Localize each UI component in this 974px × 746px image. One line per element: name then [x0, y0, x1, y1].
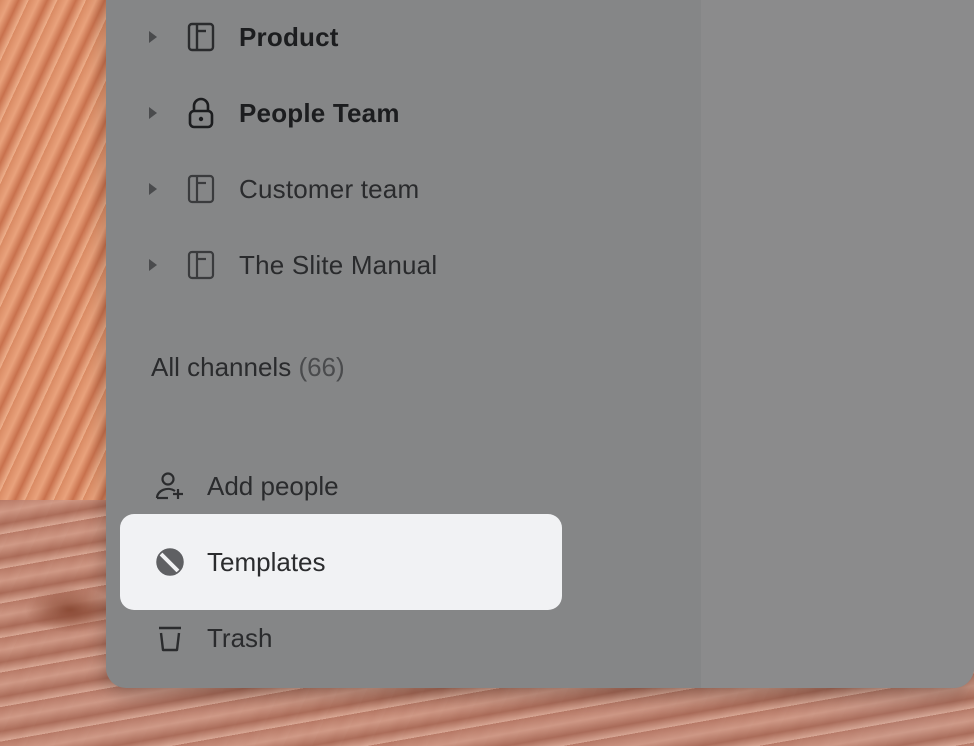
- all-channels-link[interactable]: All channels (66): [151, 352, 345, 383]
- trash-label: Trash: [207, 622, 273, 653]
- trash-button[interactable]: Trash: [106, 608, 586, 668]
- sidebar-item-label: The Slite Manual: [239, 249, 438, 280]
- templates-button[interactable]: Templates: [120, 514, 562, 610]
- notebook-icon: [186, 22, 216, 52]
- add-person-icon: [154, 470, 186, 502]
- sidebar-item-people-team[interactable]: People Team: [106, 91, 586, 135]
- sidebar-item-label: People Team: [239, 97, 400, 128]
- expand-caret-icon[interactable]: [149, 259, 157, 271]
- lock-icon: [186, 97, 216, 129]
- expand-caret-icon[interactable]: [149, 31, 157, 43]
- add-people-label: Add people: [207, 470, 339, 501]
- templates-row: Templates: [120, 532, 600, 592]
- sidebar-item-product[interactable]: Product: [106, 15, 586, 59]
- templates-label: Templates: [207, 546, 326, 577]
- sidebar-item-customer-team[interactable]: Customer team: [106, 167, 586, 211]
- notebook-icon: [186, 174, 216, 204]
- expand-caret-icon[interactable]: [149, 107, 157, 119]
- all-channels-label: All channels: [151, 352, 292, 382]
- sidebar-item-label: Customer team: [239, 173, 420, 204]
- expand-caret-icon[interactable]: [149, 183, 157, 195]
- main-content-area: [701, 0, 974, 688]
- channel-count-badge: (66): [298, 352, 345, 382]
- add-people-button[interactable]: Add people: [106, 456, 586, 516]
- sidebar-item-slite-manual[interactable]: The Slite Manual: [106, 243, 586, 287]
- sidebar-item-label: Product: [239, 21, 339, 52]
- templates-icon: [154, 546, 186, 578]
- trash-icon: [154, 622, 186, 654]
- notebook-icon: [186, 250, 216, 280]
